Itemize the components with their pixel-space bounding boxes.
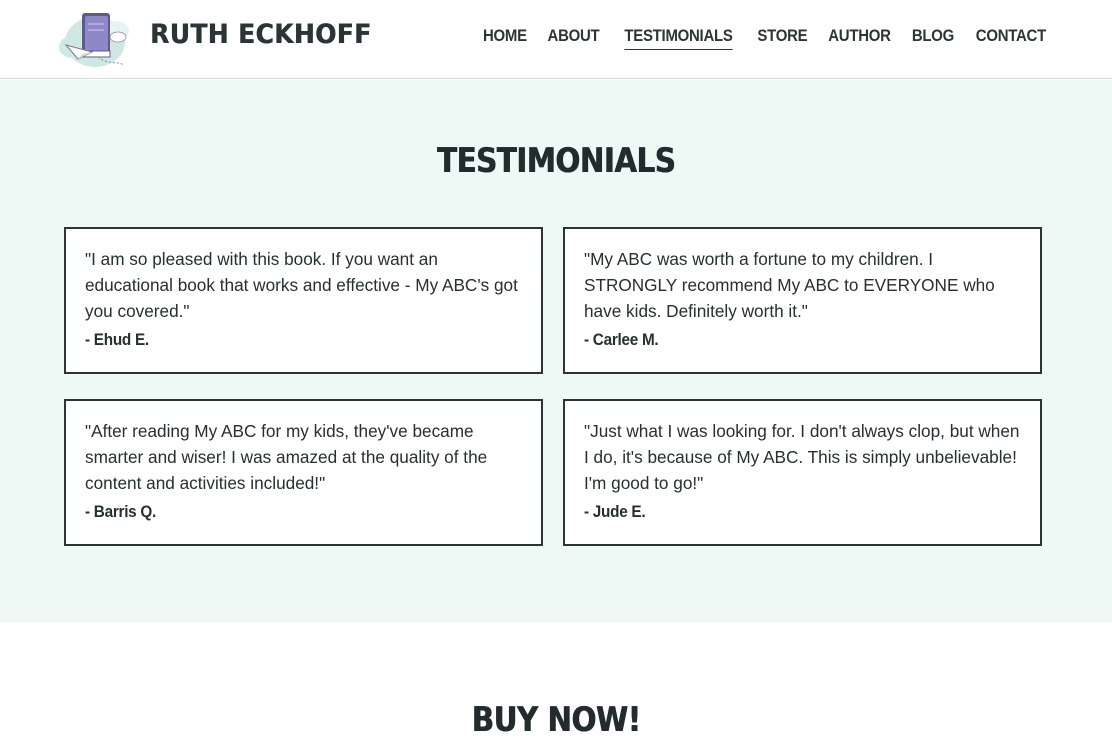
testimonial-author: - Barris Q. (85, 502, 157, 521)
testimonial-quote: "I am so pleased with this book. If you … (85, 249, 518, 321)
nav-blog[interactable]: BLOG (912, 26, 954, 50)
testimonial-author: - Ehud E. (85, 330, 149, 349)
testimonial-author: - Jude E. (584, 502, 646, 521)
testimonial-quote: "My ABC was worth a fortune to my childr… (584, 249, 995, 321)
testimonial-card: "Just what I was looking for. I don't al… (563, 399, 1042, 546)
testimonial-card: "After reading My ABC for my kids, they'… (64, 399, 543, 546)
brand-name[interactable]: RUTH ECKHOFF (150, 19, 371, 50)
testimonial-quote: "Just what I was looking for. I don't al… (584, 421, 1020, 493)
testimonials-section: TESTIMONIALS "I am so pleased with this … (0, 80, 1112, 622)
nav-store[interactable]: STORE (757, 26, 807, 50)
nav-author[interactable]: AUTHOR (829, 26, 892, 50)
nav-home[interactable]: HOME (483, 26, 527, 50)
testimonial-card: "My ABC was worth a fortune to my childr… (563, 227, 1042, 374)
main-nav: HOME ABOUT TESTIMONIALS STORE AUTHOR BLO… (480, 26, 1051, 50)
testimonial-quote: "After reading My ABC for my kids, they'… (85, 421, 488, 493)
nav-testimonials[interactable]: TESTIMONIALS (624, 26, 733, 50)
buy-now-title: BUY NOW! (471, 700, 641, 740)
testimonial-card: "I am so pleased with this book. If you … (64, 227, 543, 374)
site-header: RUTH ECKHOFF HOME ABOUT TESTIMONIALS STO… (0, 0, 1112, 79)
nav-about[interactable]: ABOUT (547, 26, 599, 50)
testimonials-title: TESTIMONIALS (436, 141, 676, 181)
testimonial-author: - Carlee M. (584, 330, 659, 349)
buy-now-section: BUY NOW! (0, 622, 1112, 750)
nav-contact[interactable]: CONTACT (976, 26, 1046, 50)
site-logo-icon[interactable] (58, 7, 132, 71)
